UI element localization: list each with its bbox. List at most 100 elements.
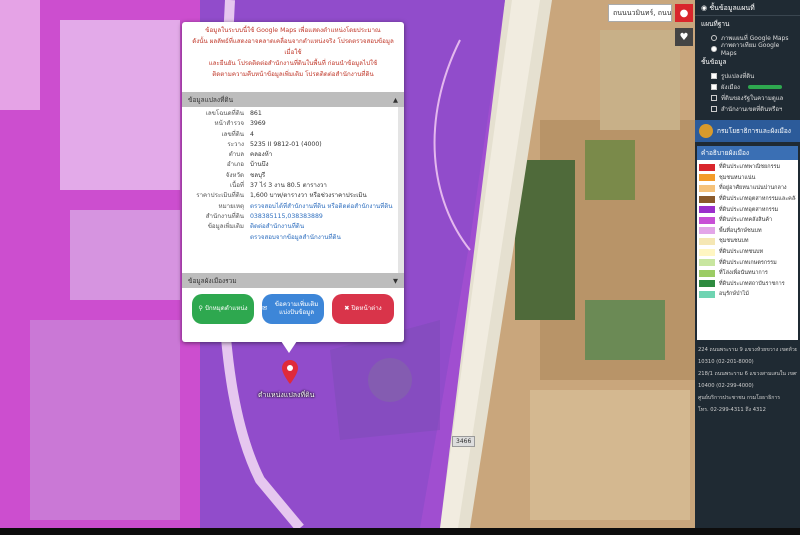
- legend-item: ที่อยู่อาศัยหนาแน่นปานกลาง: [699, 183, 796, 194]
- popup-pointer: [281, 341, 297, 353]
- button-label: ปิดหน้าต่าง: [351, 305, 382, 312]
- checkbox-icon: [711, 72, 717, 79]
- radio-selected-icon: [711, 45, 717, 52]
- section-title: ข้อมูลแปลงที่ดิน: [188, 95, 234, 104]
- button-label: ปักหมุดตำแหน่ง: [204, 305, 248, 312]
- detail-key: อำเภอ: [226, 161, 244, 169]
- detail-row: ตรวจสอบจากข้อมูลสำนักงานที่ดิน: [186, 233, 394, 243]
- detail-value: 3969: [250, 120, 266, 128]
- marker-label: ตำแหน่งแปลงที่ดิน: [258, 391, 315, 399]
- legend-label: ที่อยู่อาศัยหนาแน่นปานกลาง: [719, 185, 787, 192]
- legend-swatch: [699, 184, 715, 192]
- warning-line: ข้อมูลในระบบนี้ใช้ Google Maps เพื่อแสดง…: [205, 27, 381, 34]
- bookmark-icon[interactable]: ♥: [675, 28, 693, 46]
- detail-value: 4: [250, 130, 254, 138]
- map-toolbar: ● ♥: [675, 4, 693, 52]
- chevron-up-icon: ▲: [393, 95, 398, 104]
- detail-row: อำเภอ บ้านบึง: [186, 160, 394, 170]
- legend-label: ที่ดินประเภทพาณิชยกรรม: [719, 164, 781, 171]
- radio-icon: [711, 34, 717, 41]
- detail-row: จังหวัด ชลบุรี: [186, 171, 394, 181]
- legend-item: ชุมชนหนาแน่น: [699, 173, 796, 184]
- legend-swatch: [699, 290, 715, 298]
- option-label: สำนักงานเขตที่ดินหรือฯ: [721, 105, 783, 113]
- parcel-details[interactable]: เลขโฉนดที่ดิน 861 หน้าสำรวจ 3969 เลขที่ดิน 4 ร…: [182, 107, 404, 273]
- layer-option-zoning[interactable]: ผังเมือง: [695, 81, 800, 92]
- detail-row: ระวาง 5235 II 9812-01 (4000): [186, 140, 394, 150]
- map-canvas[interactable]: ถนนนวมินทร์, ถนน ● ♥ ตำแหน่งแปลงที่ดิน 3…: [0, 0, 695, 528]
- org-name: กรมโยธาธิการและผังเมือง: [717, 127, 791, 135]
- legend-label: พื้นที่อนุรักษ์ชนบท: [719, 227, 762, 234]
- detail-link[interactable]: ตรวจสอบจากข้อมูลสำนักงานที่ดิน: [250, 233, 394, 243]
- option-label: ภาพดาวเทียม Google Maps: [720, 42, 780, 57]
- location-pin-icon[interactable]: ●: [675, 4, 693, 22]
- detail-key: ตำบล: [228, 151, 244, 159]
- parcel-section-header[interactable]: ข้อมูลแปลงที่ดิน ▲: [182, 92, 404, 107]
- layer-option-state-land[interactable]: ที่ดินของรัฐในความดูแล: [695, 92, 800, 103]
- contact-line: 218/1 ถนนพระราม 6 แขวงสามเสนใน เขตพญาไท: [698, 371, 797, 377]
- opacity-slider[interactable]: [747, 84, 782, 89]
- contact-info: 224 ถนนพระราม 9 แขวงห้วยขวาง เขตห้วยขวาง…: [695, 340, 800, 424]
- legend-label: ที่ดินประเภทอุตสาหกรรม: [719, 206, 779, 213]
- detail-row: หมายเหตุ ตรวจสอบได้ที่สำนักงานที่ดิน หรือ…: [186, 202, 394, 212]
- pin-location-button[interactable]: ⚲ ปักหมุดตำแหน่ง: [192, 294, 254, 324]
- checkbox-icon: [711, 105, 717, 112]
- legend-title: คำอธิบายผังเมือง: [697, 146, 798, 160]
- detail-key: ราคาประเมินที่ดิน: [196, 192, 244, 200]
- chevron-down-icon: ▼: [393, 276, 398, 285]
- detail-link[interactable]: ตรวจสอบได้ที่สำนักงานที่ดิน หรือติดต่อสำ…: [250, 202, 394, 212]
- contact-line: โทร. 02-299-4311 ถึง 4312: [698, 407, 766, 413]
- detail-link[interactable]: ติดต่อสำนักงานที่ดิน: [250, 222, 394, 232]
- layer-option-parcel[interactable]: รูปแปลงที่ดิน: [695, 70, 800, 81]
- popup-actions: ⚲ ปักหมุดตำแหน่ง ✉ ข้อความเพิ่มเติม แบ่ง…: [182, 288, 404, 330]
- basemap-option-satellite[interactable]: ภาพดาวเทียม Google Maps: [695, 42, 800, 57]
- taskbar: [0, 528, 800, 535]
- map-search-input[interactable]: ถนนนวมินทร์, ถนน: [608, 4, 672, 22]
- legend-swatch: [699, 174, 715, 182]
- detail-key: จังหวัด: [225, 171, 244, 179]
- zoning-section-header[interactable]: ข้อมูลผังเมืองรวม ▼: [182, 273, 404, 288]
- share-button[interactable]: ✉ ข้อความเพิ่มเติม แบ่งปันข้อมูล: [262, 294, 324, 324]
- app-window: ถนนนวมินทร์, ถนน ● ♥ ตำแหน่งแปลงที่ดิน 3…: [0, 0, 800, 535]
- panel-title-text: ชั้นข้อมูลแผนที่: [709, 4, 755, 12]
- map-pin-icon[interactable]: [282, 360, 298, 384]
- detail-row: ข้อมูลเพิ่มเติม ติดต่อสำนักงานที่ดิน: [186, 222, 394, 232]
- legend-item: พื้นที่อนุรักษ์ชนบท: [699, 226, 796, 237]
- legend-item: ที่ดินประเภทอุตสาหกรรม: [699, 204, 796, 215]
- layer-panel: ◉ ชั้นข้อมูลแผนที่ แผนที่ฐาน ภาพแผนที่ G…: [695, 0, 800, 528]
- org-banner: กรมโยธาธิการและผังเมือง: [695, 120, 800, 142]
- basemap-title: แผนที่ฐาน: [701, 20, 730, 28]
- detail-row: เลขโฉนดที่ดิน 861: [186, 109, 394, 119]
- legend-swatch: [699, 206, 715, 214]
- legend-swatch: [699, 269, 715, 277]
- detail-key: สำนักงานที่ดิน: [205, 212, 244, 220]
- org-logo-icon: [699, 124, 713, 138]
- detail-row: ตำบล คลองห้า: [186, 150, 394, 160]
- legend-label: ที่ดินประเภทสถาบันราชการ: [719, 280, 785, 287]
- road-number-label: 3466: [452, 436, 476, 447]
- legend-item: อนุรักษ์ป่าไม้: [699, 289, 796, 300]
- legend-swatch: [699, 227, 715, 235]
- layer-option-land-office[interactable]: สำนักงานเขตที่ดินหรือฯ: [695, 103, 800, 114]
- detail-key: ระวาง: [227, 140, 244, 148]
- detail-value: 861: [250, 110, 262, 117]
- detail-link[interactable]: 038385115,038383889: [250, 212, 394, 222]
- contact-line: 10310 (02-201-8000): [698, 359, 754, 365]
- detail-row: หน้าสำรวจ 3969: [186, 119, 394, 129]
- legend-label: ชุมชนหนาแน่น: [719, 174, 756, 181]
- zoning-legend: ที่ดินประเภทพาณิชยกรรมชุมชนหนาแน่นที่อยู…: [697, 160, 798, 340]
- warning-line: ติดตามความคืบหน้าข้อมูลเพิ่มเติม โปรดติด…: [212, 71, 374, 78]
- legend-swatch: [699, 216, 715, 224]
- popup-warning: ข้อมูลในระบบนี้ใช้ Google Maps เพื่อแสดง…: [182, 22, 404, 92]
- legend-label: ที่โล่งเพื่อนันทนาการ: [719, 270, 768, 277]
- warning-line: และยืนยัน โปรดติดต่อสำนักงานที่ดินในพื้น…: [208, 60, 378, 67]
- close-popup-button[interactable]: ✖ ปิดหน้าต่าง: [332, 294, 394, 324]
- legend-item: ที่ดินประเภทชนบท: [699, 247, 796, 258]
- detail-row: เลขที่ดิน 4: [186, 130, 394, 140]
- detail-row: เนื้อที่ 37 ไร่ 3 งาน 80.5 ตารางวา: [186, 181, 394, 191]
- panel-title: ◉ ชั้นข้อมูลแผนที่: [695, 0, 800, 16]
- legend-label: ที่ดินประเภทอุตสาหกรรมและคลังสินค้า: [719, 196, 796, 203]
- legend-swatch: [699, 237, 715, 245]
- detail-key: เลขที่ดิน: [221, 130, 244, 138]
- detail-value: 1,600 บาท/ตารางวา หรือช่วงราคาประเมิน: [250, 192, 367, 200]
